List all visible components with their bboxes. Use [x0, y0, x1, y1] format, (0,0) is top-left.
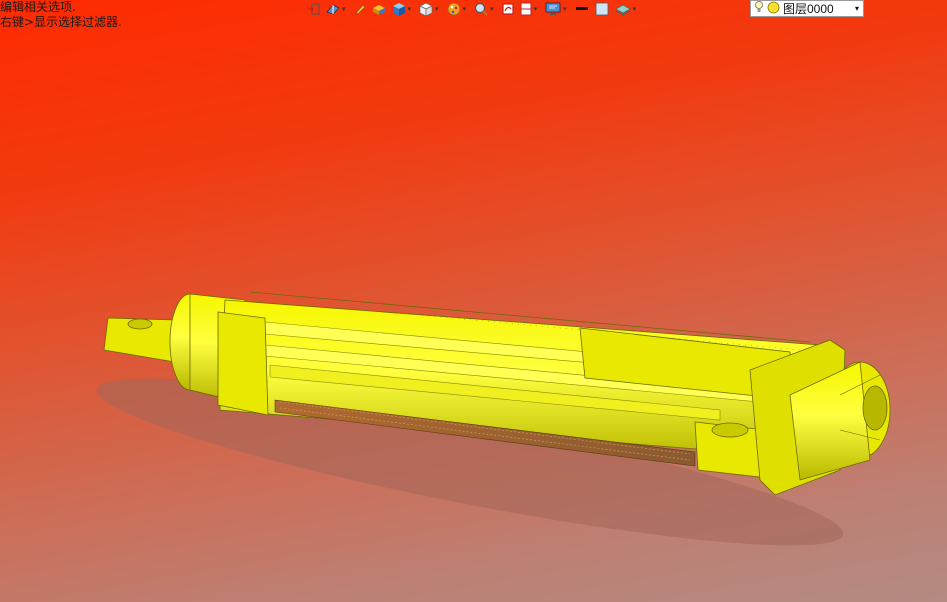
- cad-model-viewport[interactable]: [0, 0, 947, 602]
